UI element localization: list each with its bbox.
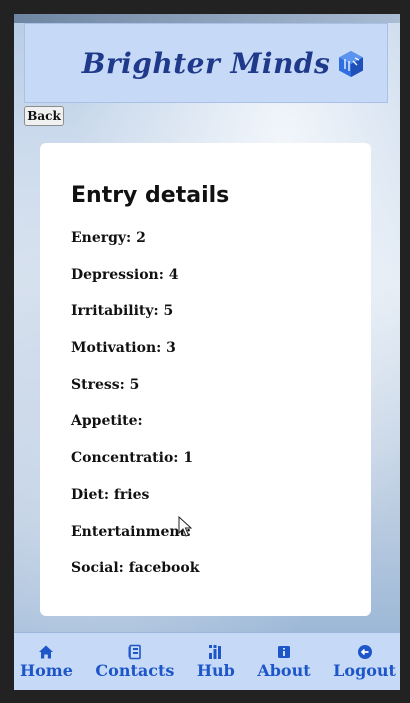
field-label: Motivation: — [71, 340, 162, 357]
field-label: Appetite: — [71, 413, 143, 430]
field-label: Depression: — [71, 266, 164, 283]
field-depression: Depression: 4 — [71, 257, 371, 294]
app-header: Brighter Minds — [24, 23, 388, 103]
field-social: Social: facebook — [71, 550, 371, 587]
field-value: 3 — [166, 340, 176, 357]
cube-logo-icon — [339, 51, 363, 77]
nav-hub-label: Hub — [196, 660, 235, 680]
field-motivation: Motivation: 3 — [71, 330, 371, 367]
field-diet: Diet: fries — [71, 477, 371, 514]
field-value: facebook — [128, 560, 200, 577]
logout-icon — [357, 644, 372, 659]
field-label: Irritability: — [71, 303, 159, 320]
status-strip — [14, 14, 400, 23]
field-label: Diet: — [71, 486, 110, 503]
info-icon — [277, 645, 290, 658]
nav-contacts-label: Contacts — [95, 660, 175, 680]
field-entertainment: Entertainment: — [71, 514, 371, 551]
field-label: Stress: — [71, 376, 125, 393]
nav-about-label: About — [257, 660, 311, 680]
field-label: Energy: — [71, 230, 132, 246]
back-button[interactable]: Back — [24, 106, 64, 126]
field-value: 1 — [183, 450, 194, 467]
mouse-pointer-icon — [178, 516, 192, 537]
nav-home[interactable]: Home — [20, 644, 73, 680]
field-concentration: Concentratio: 1 — [71, 440, 371, 477]
entry-details-title: Entry details — [71, 183, 230, 208]
field-appetite: Appetite: — [71, 403, 371, 440]
nav-logout[interactable]: Logout — [333, 644, 396, 680]
contacts-icon — [128, 644, 141, 659]
field-energy: Energy: 2 — [71, 220, 371, 257]
home-icon — [39, 645, 54, 658]
nav-about[interactable]: About — [257, 644, 311, 680]
field-value: 5 — [129, 376, 140, 393]
brand-title: Brighter Minds — [81, 46, 331, 80]
nav-contacts[interactable]: Contacts — [95, 644, 174, 680]
field-value: 5 — [163, 303, 174, 320]
field-value: 4 — [168, 266, 179, 283]
field-label: Concentratio: — [71, 450, 179, 467]
field-label: Entertainment: — [71, 523, 192, 540]
field-stress: Stress: 5 — [71, 367, 371, 404]
nav-hub[interactable]: Hub — [197, 644, 235, 680]
device-frame: Brighter Minds Back Entry details Energy… — [0, 0, 410, 703]
bottom-nav: Home Contacts Hub About Logout — [14, 632, 400, 690]
field-value: 2 — [136, 230, 146, 246]
app-screen: Brighter Minds Back Entry details Energy… — [14, 14, 400, 690]
field-value: fries — [113, 486, 150, 503]
field-label: Social: — [71, 560, 124, 577]
entry-details-card: Entry details Energy: 2 Depression: 4 Ir… — [40, 143, 371, 616]
nav-logout-label: Logout — [333, 660, 396, 680]
nav-home-label: Home — [20, 660, 73, 680]
hub-icon — [208, 644, 221, 659]
field-irritability: Irritability: 5 — [71, 293, 371, 330]
